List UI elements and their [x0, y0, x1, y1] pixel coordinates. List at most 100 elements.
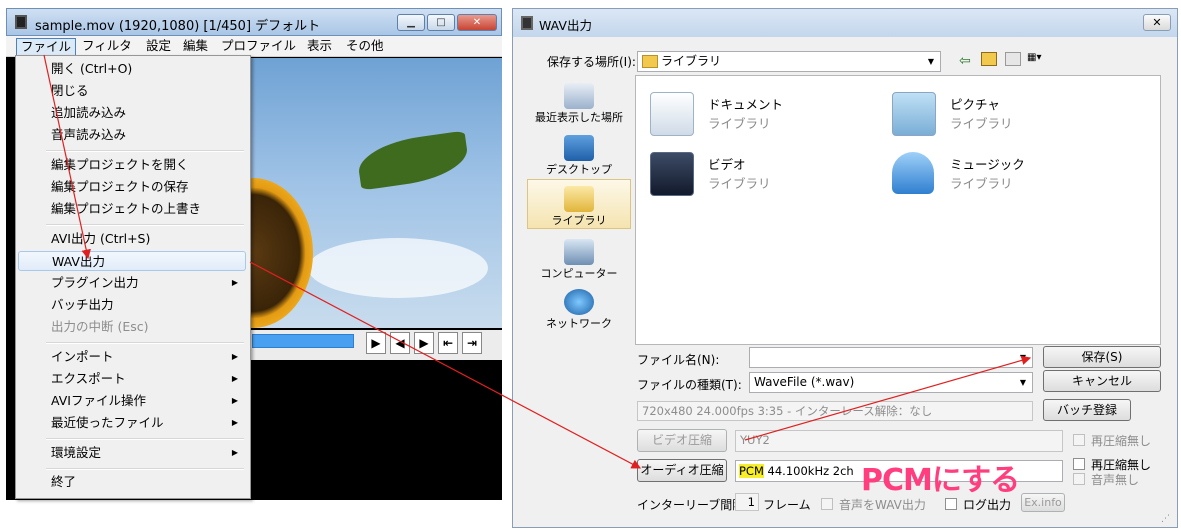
cancel-button[interactable]: キャンセル — [1043, 370, 1161, 392]
menu-separator — [46, 468, 244, 470]
audio-recompress-checkbox[interactable] — [1073, 458, 1085, 470]
leaf-shape — [355, 130, 471, 191]
menu-item-import[interactable]: インポート ▶ — [18, 347, 246, 367]
menu-view[interactable]: 表示 — [303, 38, 336, 54]
chevron-down-icon: ▼ — [927, 57, 935, 66]
library-pictures[interactable]: ピクチャ ライブラリ — [892, 90, 1112, 140]
menu-item-overwrite-project[interactable]: 編集プロジェクトの上書き — [18, 199, 246, 219]
desktop-icon — [564, 135, 594, 161]
filename-label: ファイル名(N): — [637, 353, 720, 367]
menu-separator — [46, 438, 244, 440]
place-label: 最近表示した場所 — [535, 111, 623, 124]
place-recent[interactable]: 最近表示した場所 — [527, 83, 631, 125]
place-network[interactable]: ネットワーク — [527, 289, 631, 331]
filename-input[interactable]: ▼ — [749, 347, 1033, 368]
menu-item-avi-output[interactable]: AVI出力 (Ctrl+S) — [18, 229, 246, 249]
menu-item-append[interactable]: 追加読み込み — [18, 103, 246, 123]
library-documents[interactable]: ドキュメント ライブラリ — [650, 90, 870, 140]
close-button[interactable]: ✕ — [1143, 14, 1171, 31]
annotation-pcm: PCMにする — [861, 463, 1020, 498]
menu-item-batch-output[interactable]: バッチ出力 — [18, 295, 246, 315]
menu-filter[interactable]: フィルタ — [78, 38, 136, 54]
menu-settings[interactable]: 設定 — [142, 38, 175, 54]
filetype-select[interactable]: WaveFile (*.wav) ▼ — [749, 372, 1033, 393]
dialog-title: WAV出力 — [539, 18, 592, 33]
no-audio-label: 音声無し — [1091, 473, 1140, 487]
menu-file[interactable]: ファイル — [16, 38, 77, 56]
menu-edit[interactable]: 編集 — [179, 38, 212, 54]
prev-frame-icon[interactable]: ◀ — [390, 332, 410, 354]
library-sub: ライブラリ — [708, 116, 771, 131]
seek-bar[interactable]: ▶ ◀ ▶ ⇤ ⇥ — [248, 330, 502, 360]
menu-item-open-project[interactable]: 編集プロジェクトを開く — [18, 155, 246, 175]
menu-item-audio-load[interactable]: 音声読み込み — [18, 125, 246, 145]
place-library[interactable]: ライブラリ — [527, 179, 631, 229]
film-icon — [15, 15, 27, 29]
menu-item-close[interactable]: 閉じる — [18, 81, 246, 101]
menu-item-exit[interactable]: 終了 — [18, 472, 246, 492]
library-name: ビデオ — [708, 157, 746, 172]
library-sub: ライブラリ — [708, 176, 771, 191]
library-sub: ライブラリ — [950, 176, 1013, 191]
library-videos[interactable]: ビデオ ライブラリ — [650, 150, 870, 200]
menu-other[interactable]: その他 — [342, 38, 388, 54]
new-folder-icon[interactable] — [1005, 52, 1021, 66]
menu-item-label: 環境設定 — [51, 445, 102, 460]
menu-item-label: プラグイン出力 — [51, 275, 139, 290]
recent-places-icon — [564, 83, 594, 109]
exinfo-button: Ex.info — [1021, 493, 1065, 512]
library-sub: ライブラリ — [950, 116, 1013, 131]
next-frame-icon[interactable]: ▶ — [414, 332, 434, 354]
sunflower-shape — [248, 178, 313, 328]
up-folder-icon[interactable] — [981, 52, 997, 66]
aviutl-title: sample.mov (1920,1080) [1/450] デフォルト — [35, 19, 321, 34]
video-recompress-label: 再圧縮無し — [1091, 434, 1152, 448]
menu-separator — [46, 342, 244, 344]
place-label: ライブラリ — [551, 214, 607, 227]
menu-item-recent-files[interactable]: 最近使ったファイル ▶ — [18, 413, 246, 433]
seek-fill — [252, 334, 354, 348]
batch-register-button[interactable]: バッチ登録 — [1043, 399, 1131, 421]
menu-item-wav-output[interactable]: WAV出力 — [18, 251, 246, 271]
menu-item-label: インポート — [51, 349, 114, 364]
menu-separator — [46, 224, 244, 226]
library-name: ピクチャ — [950, 97, 1000, 112]
back-icon[interactable]: ⇦ — [959, 53, 971, 69]
file-menu: 開く (Ctrl+O) 閉じる 追加読み込み 音声読み込み 編集プロジェクトを開… — [15, 55, 251, 499]
maximize-button[interactable]: □ — [427, 14, 455, 31]
submenu-arrow-icon: ▶ — [231, 352, 238, 361]
menu-item-preferences[interactable]: 環境設定 ▶ — [18, 443, 246, 463]
video-codec-field: YUY2 — [735, 430, 1063, 452]
music-note-icon — [892, 152, 934, 194]
audio-compress-button[interactable]: オーディオ圧縮 — [637, 459, 727, 482]
library-icon — [564, 186, 594, 212]
frame-label: フレーム — [763, 498, 811, 512]
menu-item-save-project[interactable]: 編集プロジェクトの保存 — [18, 177, 246, 197]
minimize-button[interactable]: ▁ — [397, 14, 425, 31]
place-desktop[interactable]: デスクトップ — [527, 135, 631, 177]
save-button[interactable]: 保存(S) — [1043, 346, 1161, 368]
save-in-combo[interactable]: ライブラリ ▼ — [637, 51, 941, 72]
save-in-label: 保存する場所(I): — [547, 55, 636, 69]
audio-codec-pcm: PCM — [739, 464, 764, 478]
log-output-checkbox[interactable] — [945, 498, 957, 510]
interleave-input[interactable]: 1 — [735, 493, 759, 511]
menu-item-avi-file-ops[interactable]: AVIファイル操作 ▶ — [18, 391, 246, 411]
pictures-icon — [892, 92, 936, 136]
library-folder-icon — [642, 55, 658, 68]
close-button[interactable]: ✕ — [457, 14, 497, 31]
menu-item-plugin-output[interactable]: プラグイン出力 ▶ — [18, 273, 246, 293]
file-list[interactable]: ドキュメント ライブラリ ピクチャ ライブラリ ビデオ ライブラリ ミュージック… — [635, 75, 1161, 345]
go-start-icon[interactable]: ⇤ — [438, 332, 458, 354]
view-menu-icon[interactable]: ▦▾ — [1027, 52, 1053, 66]
place-computer[interactable]: コンピューター — [527, 239, 631, 281]
go-end-icon[interactable]: ⇥ — [462, 332, 482, 354]
menu-item-export[interactable]: エクスポート ▶ — [18, 369, 246, 389]
documents-icon — [650, 92, 694, 136]
wav-output-dialog: WAV出力 ✕ 保存する場所(I): ライブラリ ▼ ⇦ ▦▾ 最近表示した場所… — [512, 8, 1178, 528]
chevron-down-icon: ▼ — [1019, 378, 1027, 387]
menu-profile[interactable]: プロファイル — [217, 38, 300, 54]
play-icon[interactable]: ▶ — [366, 332, 386, 354]
library-music[interactable]: ミュージック ライブラリ — [892, 150, 1112, 200]
menu-item-open[interactable]: 開く (Ctrl+O) — [18, 59, 246, 79]
